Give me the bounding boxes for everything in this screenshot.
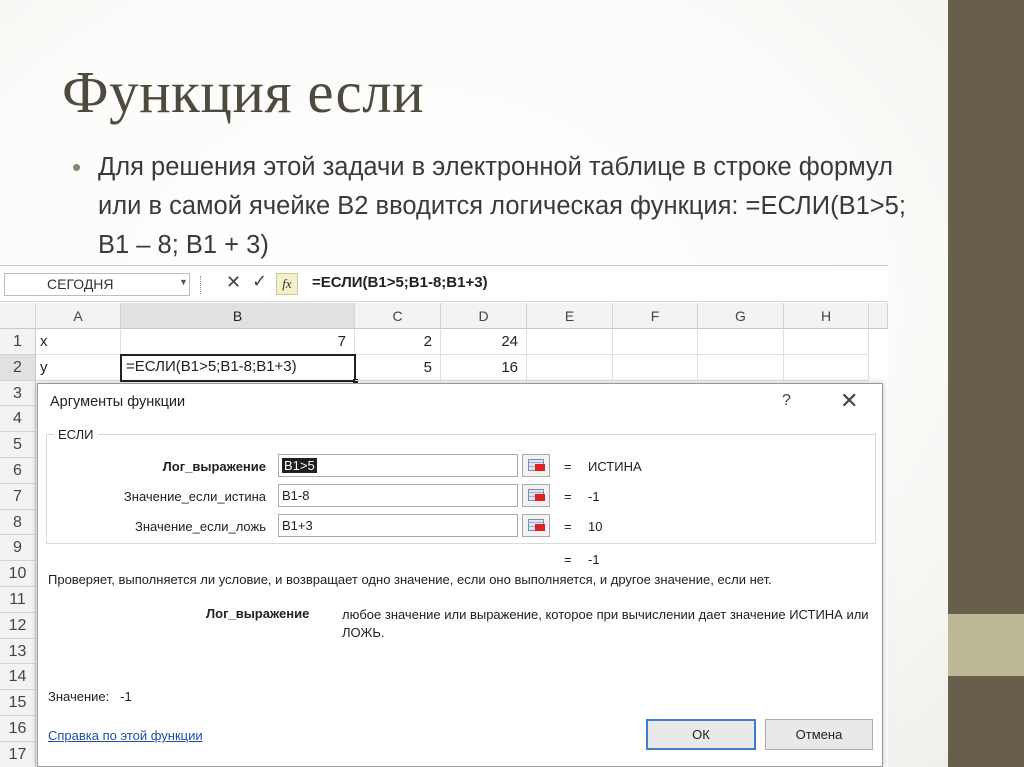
bullet-icon: •	[72, 152, 82, 182]
cell-h2[interactable]	[784, 354, 869, 381]
arg-value-value-if-true: B1-8	[282, 488, 310, 503]
arg-label-value-if-false: Значение_если_ложь	[135, 519, 266, 534]
help-icon[interactable]: ?	[782, 392, 791, 410]
cell-b2-formula: =ЕСЛИ(B1>5;B1-8;B1+3)	[126, 357, 297, 375]
row-header[interactable]: 10	[0, 561, 36, 587]
cell-f1[interactable]	[613, 329, 698, 355]
column-header-c[interactable]: C	[355, 303, 441, 329]
row-header[interactable]: 13	[0, 638, 36, 665]
function-name-label: ЕСЛИ	[54, 427, 98, 442]
row-header[interactable]: 3	[0, 380, 36, 407]
select-all-corner[interactable]	[0, 303, 36, 329]
cell-c1[interactable]: 2	[355, 329, 441, 355]
arg-label-value-if-true: Значение_если_истина	[123, 489, 266, 504]
row-header[interactable]: 1	[0, 329, 36, 355]
arg-input-logical-test[interactable]: B1>5	[278, 454, 518, 477]
collapse-dialog-icon[interactable]	[522, 514, 550, 537]
dialog-title: Аргументы функции	[50, 394, 186, 410]
equals-sign: =	[564, 552, 572, 567]
cancel-button[interactable]: Отмена	[765, 719, 873, 750]
equals-sign: =	[564, 519, 572, 534]
cell-a1[interactable]: x	[36, 329, 121, 355]
row-header[interactable]: 6	[0, 458, 36, 484]
insert-function-icon[interactable]: fx	[276, 273, 298, 295]
arg-value-logical-test: B1>5	[282, 458, 317, 473]
enter-formula-icon[interactable]: ✓	[252, 271, 267, 292]
side-accent-band	[948, 614, 1024, 676]
arg-result-value-if-false: 10	[588, 519, 603, 534]
cell-b1[interactable]: 7	[121, 329, 355, 355]
arg-description-name: Лог_выражение	[206, 606, 310, 621]
column-header-h[interactable]: H	[784, 303, 869, 329]
slide-title: Функция если	[62, 59, 425, 125]
cell-h1[interactable]	[784, 329, 869, 355]
value-result: -1	[120, 689, 132, 704]
row-header[interactable]: 14	[0, 664, 36, 691]
arg-value-value-if-false: B1+3	[282, 518, 313, 533]
name-box-value: СЕГОДНЯ	[47, 276, 114, 292]
row-header[interactable]: 5	[0, 432, 36, 458]
value-label: Значение:	[48, 689, 110, 704]
side-accent-bar-bottom	[948, 676, 1024, 767]
cell-e1[interactable]	[527, 329, 613, 355]
column-header-f[interactable]: F	[613, 303, 698, 329]
arg-input-value-if-true[interactable]: B1-8	[278, 484, 518, 507]
cell-e2[interactable]	[527, 354, 613, 381]
cell-b2-active[interactable]: =ЕСЛИ(B1>5;B1-8;B1+3)	[120, 353, 358, 384]
cancel-formula-icon[interactable]: ✕	[226, 272, 241, 293]
formula-result: -1	[588, 552, 600, 567]
side-accent-bar	[948, 0, 1024, 614]
cell-g2[interactable]	[698, 354, 784, 381]
row-header[interactable]: 9	[0, 535, 36, 562]
formula-input[interactable]: =ЕСЛИ(B1>5;B1-8;B1+3)	[312, 274, 488, 291]
arg-input-value-if-false[interactable]: B1+3	[278, 514, 518, 537]
collapse-dialog-icon[interactable]	[522, 484, 550, 507]
close-icon[interactable]: ✕	[840, 388, 858, 414]
row-header[interactable]: 7	[0, 483, 36, 510]
column-header-a[interactable]: A	[36, 303, 121, 329]
value-line: Значение: -1	[48, 689, 132, 704]
column-header-i[interactable]	[869, 303, 888, 329]
cell-d1[interactable]: 24	[441, 329, 527, 355]
arg-description-text: любое значение или выражение, которое пр…	[342, 607, 869, 640]
row-header[interactable]: 12	[0, 612, 36, 639]
row-header[interactable]: 8	[0, 509, 36, 536]
column-header-b[interactable]: B	[121, 303, 355, 329]
function-description: Проверяет, выполняется ли условие, и воз…	[48, 572, 772, 587]
chevron-down-icon[interactable]: ▼	[179, 277, 188, 287]
bullet-text: Для решения этой задачи в электронной та…	[98, 153, 906, 259]
function-arguments-dialog: Аргументы функции ? ✕ ЕСЛИ Лог_выражение…	[37, 383, 883, 767]
cell-a2[interactable]: y	[36, 354, 121, 381]
row-header[interactable]: 16	[0, 716, 36, 742]
cell-c2[interactable]: 5	[355, 354, 441, 381]
equals-sign: =	[564, 459, 572, 474]
function-help-link[interactable]: Справка по этой функции	[48, 728, 203, 743]
column-header-g[interactable]: G	[698, 303, 784, 329]
cell-d2[interactable]: 16	[441, 354, 527, 381]
column-header-d[interactable]: D	[441, 303, 527, 329]
cell-g1[interactable]	[698, 329, 784, 355]
equals-sign: =	[564, 489, 572, 504]
cell-f2[interactable]	[613, 354, 698, 381]
column-header-e[interactable]: E	[527, 303, 613, 329]
row-header[interactable]: 11	[0, 587, 36, 613]
row-header[interactable]: 2	[0, 354, 36, 381]
row-header[interactable]: 15	[0, 690, 36, 716]
formula-bar-separator	[200, 276, 206, 294]
ok-button[interactable]: ОК	[646, 719, 756, 750]
arg-result-value-if-true: -1	[588, 489, 600, 504]
arg-result-logical-test: ИСТИНА	[588, 459, 642, 474]
collapse-dialog-icon[interactable]	[522, 454, 550, 477]
row-header[interactable]: 4	[0, 406, 36, 433]
arg-label-logical-test: Лог_выражение	[162, 459, 266, 474]
formula-bar: СЕГОДНЯ ▼ ✕ ✓ fx =ЕСЛИ(B1>5;B1-8;B1+3)	[0, 266, 888, 302]
name-box[interactable]: СЕГОДНЯ ▼	[4, 273, 190, 296]
row-header[interactable]: 17	[0, 741, 36, 767]
